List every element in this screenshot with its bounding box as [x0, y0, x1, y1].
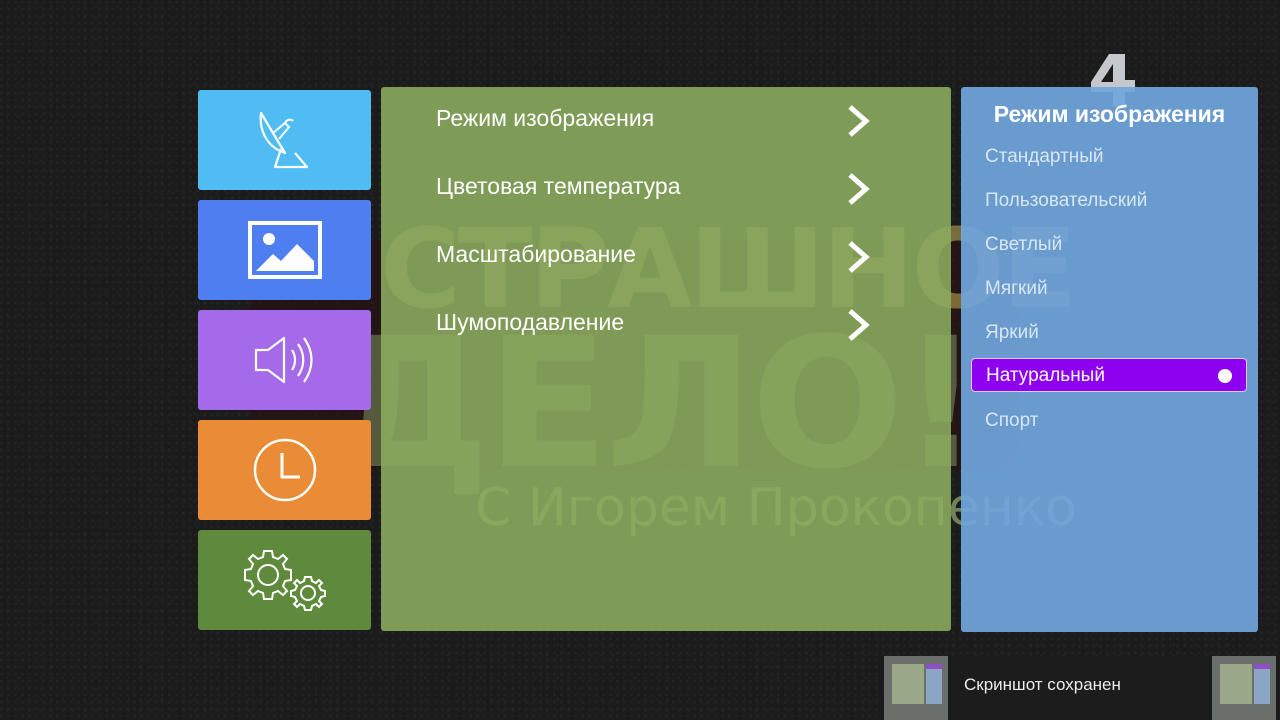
chevron-right-icon	[848, 241, 870, 273]
option-soft[interactable]: Мягкий	[971, 272, 1247, 306]
option-label: Светлый	[985, 234, 1063, 255]
option-user[interactable]: Пользовательский	[971, 184, 1247, 218]
picture-mode-options-panel: Режим изображения Стандартный Пользовате…	[961, 87, 1258, 632]
sidebar-item-time[interactable]	[198, 420, 371, 520]
menu-item-label: Шумоподавление	[436, 309, 625, 335]
option-label: Спорт	[985, 410, 1039, 431]
clock-icon	[253, 438, 316, 502]
option-label: Пользовательский	[985, 190, 1148, 211]
speaker-icon	[254, 336, 313, 384]
sidebar-item-channels[interactable]	[198, 90, 371, 190]
option-label: Натуральный	[986, 365, 1105, 386]
chevron-right-icon	[848, 173, 870, 205]
screenshot-thumbnail-right	[1212, 656, 1276, 720]
gears-icon	[243, 550, 326, 611]
menu-item-label: Масштабирование	[436, 241, 636, 267]
option-natural[interactable]: Натуральный	[971, 358, 1247, 392]
option-label: Мягкий	[985, 278, 1048, 299]
picture-icon	[247, 221, 322, 279]
option-sport[interactable]: Спорт	[971, 404, 1247, 438]
chevron-right-icon	[848, 105, 870, 137]
option-standard[interactable]: Стандартный	[971, 140, 1247, 174]
option-bright[interactable]: Светлый	[971, 228, 1247, 262]
sidebar-item-settings[interactable]	[198, 530, 371, 630]
menu-item-noise-reduction[interactable]: Шумоподавление	[381, 294, 951, 354]
menu-item-label: Цветовая температура	[436, 173, 681, 199]
menu-item-label: Режим изображения	[436, 105, 655, 131]
sidebar-item-picture[interactable]	[198, 200, 371, 300]
screenshot-thumbnail-left	[884, 656, 948, 720]
option-label: Стандартный	[985, 146, 1104, 167]
options-title: Режим изображения	[993, 101, 1226, 127]
picture-menu-panel: Режим изображения Цветовая температура М…	[381, 87, 951, 631]
option-vivid[interactable]: Яркий	[971, 316, 1247, 350]
screenshot-toast: Скриншот сохранен	[883, 656, 1280, 720]
toast-message: Скриншот сохранен	[964, 675, 1121, 694]
menu-item-scaling[interactable]: Масштабирование	[381, 226, 951, 286]
option-label: Яркий	[985, 322, 1039, 343]
sidebar-item-sound[interactable]	[198, 310, 371, 410]
menu-item-picture-mode[interactable]: Режим изображения	[381, 90, 951, 150]
satellite-dish-icon	[259, 111, 308, 169]
menu-item-color-temperature[interactable]: Цветовая температура	[381, 158, 951, 218]
selected-radio-icon	[1218, 369, 1232, 383]
chevron-right-icon	[848, 309, 870, 341]
